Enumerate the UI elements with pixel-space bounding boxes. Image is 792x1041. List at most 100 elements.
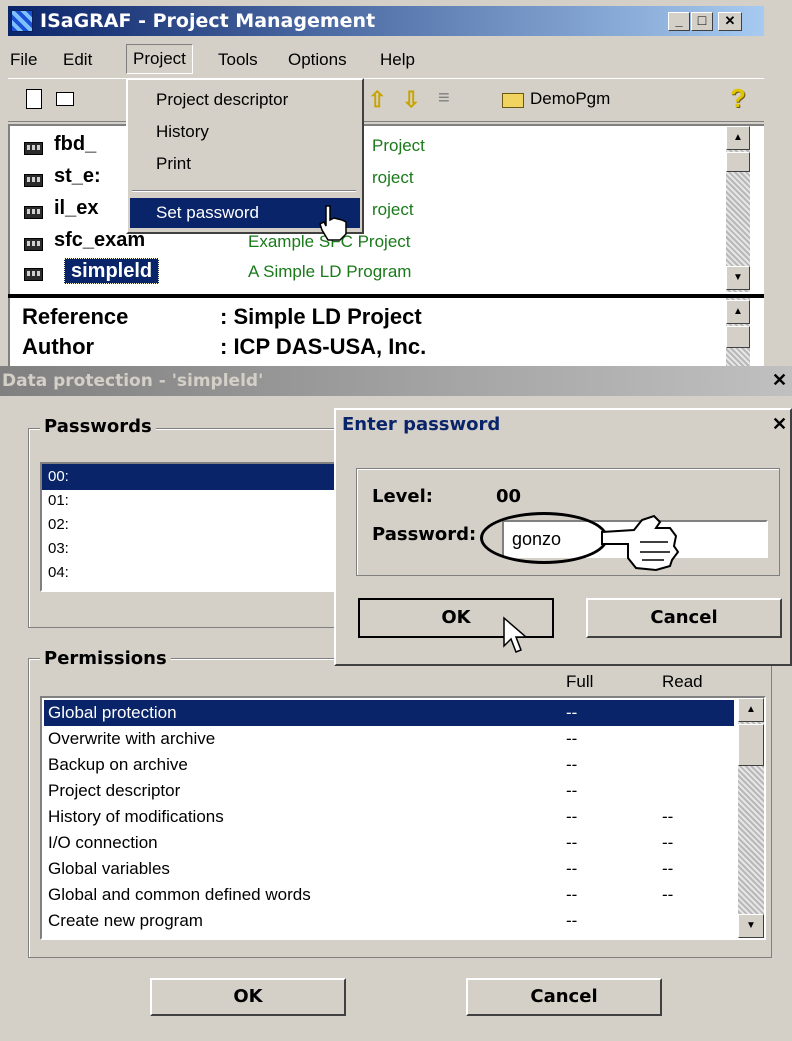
cancel-button[interactable]: Cancel bbox=[466, 978, 662, 1016]
project-name[interactable]: il_ex bbox=[54, 196, 98, 220]
permission-row[interactable]: Global and common defined words -- -- bbox=[44, 882, 734, 908]
details-pane: Reference : Simple LD Project Author : I… bbox=[8, 298, 764, 370]
dialog-title-bar: Enter password ✕ bbox=[336, 410, 790, 440]
permission-row[interactable]: Backup on archive -- bbox=[44, 752, 734, 778]
list-item[interactable]: 04: bbox=[48, 560, 69, 585]
details-scrollbar[interactable]: ▲ bbox=[726, 298, 750, 370]
toolbar: ⇧ ⇩ ≡ DemoPgm ? bbox=[8, 78, 764, 122]
permission-full: -- bbox=[566, 859, 578, 878]
menu-help[interactable]: Help bbox=[380, 46, 415, 74]
project-description[interactable]: Project bbox=[372, 134, 425, 158]
project-management-window: ISaGRAF - Project Management _ □ ✕ File … bbox=[0, 0, 792, 370]
permission-full: -- bbox=[566, 885, 578, 904]
project-name[interactable]: fbd_ bbox=[54, 132, 96, 156]
permission-read: -- bbox=[662, 833, 674, 852]
column-full-header: Full bbox=[566, 672, 594, 691]
app-icon bbox=[11, 10, 33, 32]
help-icon[interactable]: ? bbox=[730, 83, 746, 114]
password-levels-list[interactable]: 00: 01: 02: 03: 04: bbox=[40, 462, 340, 592]
permissions-label: Permissions bbox=[40, 648, 171, 669]
cancel-button[interactable]: Cancel bbox=[586, 598, 782, 638]
menu-item-print[interactable]: Print bbox=[156, 152, 191, 176]
permission-read: -- bbox=[662, 885, 674, 904]
permission-row[interactable]: Create new program -- bbox=[44, 908, 734, 934]
close-button[interactable]: ✕ bbox=[772, 414, 787, 435]
permission-row[interactable]: I/O connection -- -- bbox=[44, 830, 734, 856]
permission-row[interactable]: History of modifications -- -- bbox=[44, 804, 734, 830]
detail-value: : ICP DAS-USA, Inc. bbox=[220, 334, 427, 359]
project-description[interactable]: roject bbox=[372, 198, 414, 222]
permission-name: Backup on archive bbox=[48, 755, 188, 774]
project-list-scrollbar[interactable]: ▲ ▼ bbox=[726, 126, 750, 292]
descriptor-icon[interactable] bbox=[26, 89, 42, 109]
project-icon bbox=[24, 238, 43, 251]
enter-password-dialog: Enter password ✕ Level: 00 Password: gon… bbox=[334, 408, 792, 666]
folder-icon[interactable] bbox=[502, 93, 524, 108]
project-name-selected[interactable]: simpleld bbox=[64, 258, 160, 284]
permission-name: Project descriptor bbox=[48, 781, 181, 800]
permissions-list[interactable]: Global protection -- Overwrite with arch… bbox=[40, 696, 766, 940]
project-description[interactable]: A Simple LD Program bbox=[248, 260, 411, 284]
title-bar: ISaGRAF - Project Management _ □ ✕ bbox=[8, 6, 764, 36]
project-description[interactable]: roject bbox=[372, 166, 414, 190]
permission-full: -- bbox=[566, 729, 578, 748]
scroll-up-icon[interactable]: ▲ bbox=[738, 698, 764, 722]
detail-value: : Simple LD Project bbox=[220, 304, 422, 329]
scroll-down-icon[interactable]: ▼ bbox=[726, 266, 750, 290]
permission-name: History of modifications bbox=[48, 807, 224, 826]
dialog-title: Data protection - 'simpleld' bbox=[2, 371, 264, 391]
menu-item-project-descriptor[interactable]: Project descriptor bbox=[156, 88, 288, 112]
level-label: Level: bbox=[372, 486, 433, 507]
list-item[interactable]: 01: bbox=[48, 488, 69, 513]
permission-row[interactable]: Overwrite with archive -- bbox=[44, 726, 734, 752]
scroll-up-icon[interactable]: ▲ bbox=[726, 126, 750, 150]
permission-row-selected[interactable]: Global protection -- bbox=[44, 700, 734, 726]
hand-cursor-icon bbox=[319, 205, 347, 241]
ok-button[interactable]: OK bbox=[150, 978, 346, 1016]
menu-options[interactable]: Options bbox=[288, 46, 347, 74]
scroll-down-icon[interactable]: ▼ bbox=[738, 914, 764, 938]
menu-separator bbox=[132, 190, 356, 192]
scroll-thumb[interactable] bbox=[726, 326, 750, 348]
list-item[interactable]: 03: bbox=[48, 536, 69, 561]
list-icon[interactable] bbox=[56, 92, 74, 106]
close-button[interactable]: ✕ bbox=[718, 12, 742, 31]
permission-row[interactable]: Global variables -- -- bbox=[44, 856, 734, 882]
permission-name: I/O connection bbox=[48, 833, 158, 852]
highlight-ellipse bbox=[480, 512, 608, 564]
menu-file[interactable]: File bbox=[10, 46, 37, 74]
maximize-button[interactable]: □ bbox=[691, 12, 713, 31]
menu-project[interactable]: Project bbox=[126, 44, 193, 74]
minimize-button[interactable]: _ bbox=[668, 12, 690, 31]
menu-edit[interactable]: Edit bbox=[63, 46, 92, 74]
permission-name: Overwrite with archive bbox=[48, 729, 216, 748]
permission-name: Global and common defined words bbox=[48, 885, 311, 904]
folder-name[interactable]: DemoPgm bbox=[530, 89, 610, 109]
column-read-header: Read bbox=[662, 672, 703, 691]
project-name[interactable]: st_e: bbox=[54, 164, 101, 188]
password-label: Password: bbox=[372, 524, 477, 545]
permission-full: -- bbox=[566, 833, 578, 852]
project-icon bbox=[24, 268, 43, 281]
arrow-up-icon[interactable]: ⇧ bbox=[368, 87, 386, 113]
list-item[interactable]: 00: bbox=[48, 464, 69, 489]
scroll-up-icon[interactable]: ▲ bbox=[726, 300, 750, 324]
project-list: fbd_ Project st_e: roject il_ex roject s… bbox=[8, 124, 764, 294]
permission-name: Global protection bbox=[48, 703, 177, 722]
scroll-thumb[interactable] bbox=[738, 724, 764, 766]
arrow-cursor-icon bbox=[503, 616, 529, 653]
permission-full: -- bbox=[566, 755, 578, 774]
menu-tools[interactable]: Tools bbox=[218, 46, 258, 74]
dialog-title: Enter password bbox=[342, 414, 501, 435]
list-item[interactable]: 02: bbox=[48, 512, 69, 537]
list-item-selected[interactable] bbox=[42, 464, 338, 490]
permissions-scrollbar[interactable]: ▲ ▼ bbox=[738, 698, 764, 938]
menu-item-history[interactable]: History bbox=[156, 120, 209, 144]
permission-row[interactable]: Project descriptor -- bbox=[44, 778, 734, 804]
close-button[interactable]: ✕ bbox=[772, 370, 787, 391]
scroll-thumb[interactable] bbox=[726, 152, 750, 172]
project-menu: Project descriptor History Print Set pas… bbox=[126, 78, 364, 241]
separator-icon[interactable]: ≡ bbox=[438, 87, 450, 110]
level-value: 00 bbox=[496, 486, 522, 507]
arrow-down-icon[interactable]: ⇩ bbox=[402, 87, 420, 113]
